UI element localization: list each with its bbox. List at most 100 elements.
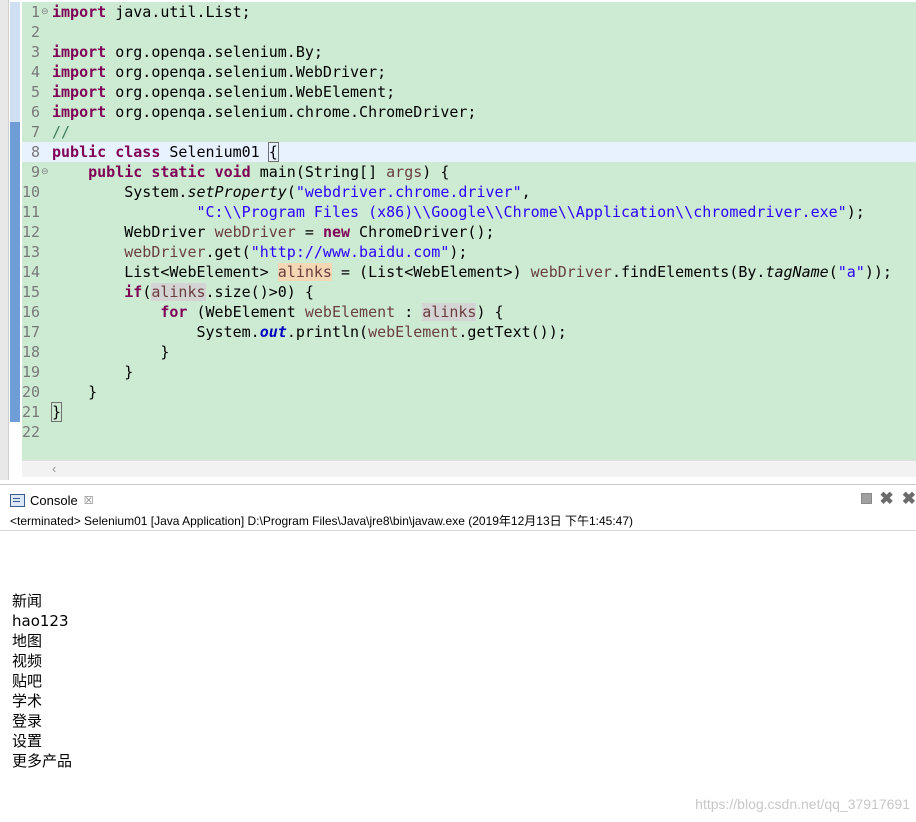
code-token: new: [322, 223, 351, 241]
code-line[interactable]: 15 if(alinks.size()>0) {: [22, 282, 916, 302]
fold-toggle-icon[interactable]: ⊖: [41, 2, 49, 22]
code-token: ) {: [422, 163, 450, 181]
code-line[interactable]: 11 "C:\\Program Files (x86)\\Google\\Chr…: [22, 202, 916, 222]
line-number: 7: [30, 123, 40, 141]
code-line[interactable]: 20 }: [22, 382, 916, 402]
code-line[interactable]: 5 import org.openqa.selenium.WebElement;: [22, 82, 916, 102]
code-token: void: [214, 163, 251, 181]
close-icon[interactable]: ☒: [84, 494, 94, 507]
code-text: //: [52, 122, 70, 142]
scroll-left-icon[interactable]: ‹: [52, 461, 56, 477]
line-number: 22: [22, 423, 41, 441]
code-token: ) {: [476, 303, 504, 321]
code-token: class: [115, 143, 161, 161]
code-line[interactable]: 2: [22, 22, 916, 42]
code-token: public: [52, 143, 107, 161]
code-line[interactable]: 19 }: [22, 362, 916, 382]
code-line[interactable]: 17 System.out.println(webElement.getText…: [22, 322, 916, 342]
code-text: for (WebElement webElement : alinks) {: [52, 302, 504, 322]
remove-all-launches-icon[interactable]: ✖: [902, 490, 916, 507]
code-token: webElement: [368, 323, 459, 341]
code-token: import: [52, 63, 107, 81]
code-token: import: [52, 43, 107, 61]
code-token: webDriver: [214, 223, 296, 241]
line-number: 16: [22, 303, 41, 321]
code-token: ,: [521, 183, 531, 201]
console-toolbar: ✖ ✖: [860, 490, 916, 507]
code-line[interactable]: 13 webDriver.get("http://www.baidu.com")…: [22, 242, 916, 262]
code-token: }: [52, 383, 98, 401]
code-line[interactable]: 22: [22, 422, 916, 442]
tab-console[interactable]: Console ☒: [10, 490, 94, 510]
code-token: setProperty: [187, 183, 287, 201]
code-token: }: [50, 402, 63, 422]
code-token: webElement: [304, 303, 396, 321]
line-number: 2: [30, 23, 40, 41]
code-token: for: [160, 303, 188, 321]
code-text: import org.openqa.selenium.WebElement;: [52, 82, 395, 102]
code-line[interactable]: 9 ⊖ public static void main(String[] args…: [22, 162, 916, 182]
code-line[interactable]: 12 WebDriver webDriver = new ChromeDrive…: [22, 222, 916, 242]
code-token: org.openqa.selenium.WebDriver;: [106, 63, 387, 81]
console-output-line: 新闻: [12, 592, 43, 610]
line-number: 17: [22, 323, 41, 341]
code-token: import: [52, 3, 107, 21]
horizontal-scrollbar[interactable]: ‹: [22, 460, 916, 477]
fold-toggle-icon[interactable]: ⊖: [41, 162, 49, 182]
remove-launch-icon[interactable]: ✖: [880, 490, 894, 507]
code-line[interactable]: 3 import org.openqa.selenium.By;: [22, 42, 916, 62]
code-token: java.util.List;: [106, 3, 251, 21]
code-token: webDriver: [124, 243, 206, 261]
code-line[interactable]: 7 //: [22, 122, 916, 142]
code-line[interactable]: 16 for (WebElement webElement : alinks) …: [22, 302, 916, 322]
console-output-line: 贴吧: [12, 672, 43, 690]
code-token: webDriver: [530, 263, 612, 281]
code-line[interactable]: 10 System.setProperty("webdriver.chrome.…: [22, 182, 916, 202]
editor-left-strip: [0, 0, 9, 480]
code-token: "http://www.baidu.com": [250, 243, 450, 261]
code-line[interactable]: 4 import org.openqa.selenium.WebDriver;: [22, 62, 916, 82]
code-token: =: [295, 223, 323, 241]
code-token: "C:\\Program Files (x86)\\Google\\Chrome…: [196, 203, 847, 221]
line-number: 14: [22, 263, 41, 281]
code-token: org.openqa.selenium.By;: [106, 43, 323, 61]
line-number: 8: [30, 143, 40, 161]
code-token: if: [124, 283, 143, 301]
code-token: import: [52, 83, 107, 101]
code-token: org.openqa.selenium.chrome.ChromeDriver;: [106, 103, 477, 121]
code-token: tagName: [765, 263, 829, 281]
code-area[interactable]: 1 ⊖ import java.util.List; 2 3 import org.ope…: [22, 2, 916, 460]
line-number: 10: [22, 183, 41, 201]
code-text: List<WebElement> alinks = (List<WebEleme…: [52, 262, 892, 282]
code-token: main(String[]: [250, 163, 387, 181]
code-text: public static void main(String[] args) {: [52, 162, 449, 182]
code-editor[interactable]: 1 ⊖ import java.util.List; 2 3 import org.ope…: [0, 0, 916, 480]
code-line[interactable]: 14 List<WebElement> alinks = (List<WebEl…: [22, 262, 916, 282]
code-token: import: [52, 103, 107, 121]
watermark: https://blog.csdn.net/qq_37917691: [695, 796, 910, 812]
terminate-icon[interactable]: [860, 493, 872, 504]
console-output[interactable]: 新闻 hao123 地图 视频 贴吧 学术 登录 设置 更多产品: [12, 591, 72, 771]
code-token: );: [449, 243, 468, 261]
code-line[interactable]: 1 ⊖ import java.util.List;: [22, 2, 916, 22]
code-token: {: [267, 142, 279, 162]
code-token: (WebElement: [187, 303, 305, 321]
code-line[interactable]: 6 import org.openqa.selenium.chrome.Chrom…: [22, 102, 916, 122]
quick-diff-bar: [10, 122, 20, 422]
code-line[interactable]: 8 public class Selenium01 {: [22, 142, 916, 162]
code-line[interactable]: 21}: [22, 402, 916, 422]
code-text: }: [52, 382, 97, 402]
code-token: ));: [864, 263, 892, 281]
line-number: 3: [30, 43, 40, 61]
code-token: WebDriver: [52, 223, 215, 241]
code-line[interactable]: 18 }: [22, 342, 916, 362]
code-token: (: [828, 263, 838, 281]
code-text: import org.openqa.selenium.By;: [52, 42, 323, 62]
line-number: 9: [30, 163, 40, 181]
